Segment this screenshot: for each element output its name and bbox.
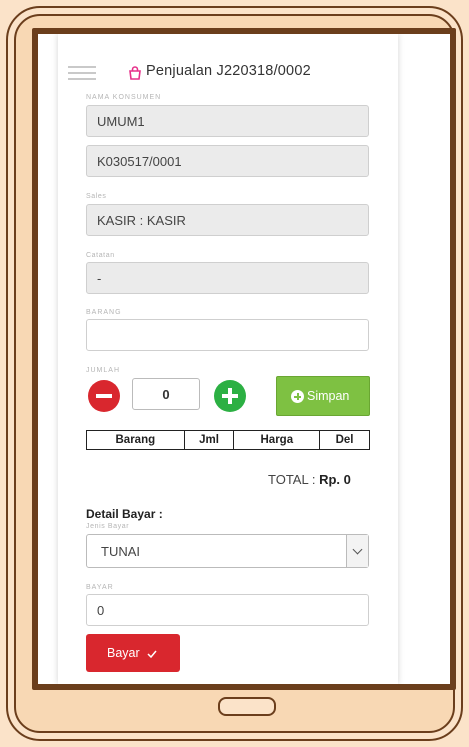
customer-code-field[interactable]: K030517/0001 [86, 145, 369, 177]
qty-label: JUMLAH [86, 367, 121, 374]
save-button[interactable]: Simpan [276, 376, 370, 416]
payment-amount-input[interactable]: 0 [86, 594, 369, 626]
chevron-down-icon[interactable] [346, 535, 368, 567]
note-field[interactable]: - [86, 262, 369, 294]
save-button-label: Simpan [307, 389, 350, 403]
payment-amount-label: BAYAR [86, 584, 114, 591]
table-header-row: Barang Jml Harga Del [86, 430, 370, 450]
increase-qty-button[interactable] [214, 380, 246, 412]
plus-circle-icon [291, 390, 304, 403]
header: Penjualan J220318/0002 [58, 58, 398, 88]
total-label: TOTAL : [268, 472, 316, 487]
hamburger-menu-icon[interactable] [68, 66, 96, 80]
payment-type-value: TUNAI [101, 544, 140, 559]
items-table: Barang Jml Harga Del [86, 430, 370, 450]
item-label: BARANG [86, 309, 122, 316]
pay-button-label: Bayar [107, 646, 140, 660]
check-icon [147, 650, 157, 658]
payment-type-label: Jenis Bayar [86, 523, 130, 530]
decrease-qty-button[interactable] [88, 380, 120, 412]
shopping-bag-icon [129, 66, 141, 80]
payment-detail-title: Detail Bayar : [86, 507, 163, 521]
column-header-barang: Barang [86, 430, 185, 450]
pay-button[interactable]: Bayar [86, 634, 180, 672]
column-header-harga: Harga [233, 430, 321, 450]
home-button[interactable] [218, 697, 276, 716]
note-label: Catatan [86, 252, 115, 259]
sales-form-panel: Penjualan J220318/0002 NAMA KONSUMEN UMU… [58, 34, 398, 684]
payment-type-select[interactable]: TUNAI [86, 534, 369, 568]
item-input[interactable] [86, 319, 369, 351]
total-value: Rp. 0 [319, 472, 351, 487]
customer-name-field[interactable]: UMUM1 [86, 105, 369, 137]
qty-input[interactable]: 0 [132, 378, 200, 410]
screen: Penjualan J220318/0002 NAMA KONSUMEN UMU… [38, 34, 450, 684]
page-title: Penjualan J220318/0002 [146, 63, 311, 79]
sales-label: Sales [86, 193, 107, 200]
customer-label: NAMA KONSUMEN [86, 94, 162, 101]
column-header-jml: Jml [183, 430, 235, 450]
total-display: TOTAL : Rp. 0 [268, 472, 351, 487]
column-header-del: Del [319, 430, 370, 450]
sales-field[interactable]: KASIR : KASIR [86, 204, 369, 236]
background-area [398, 34, 450, 684]
